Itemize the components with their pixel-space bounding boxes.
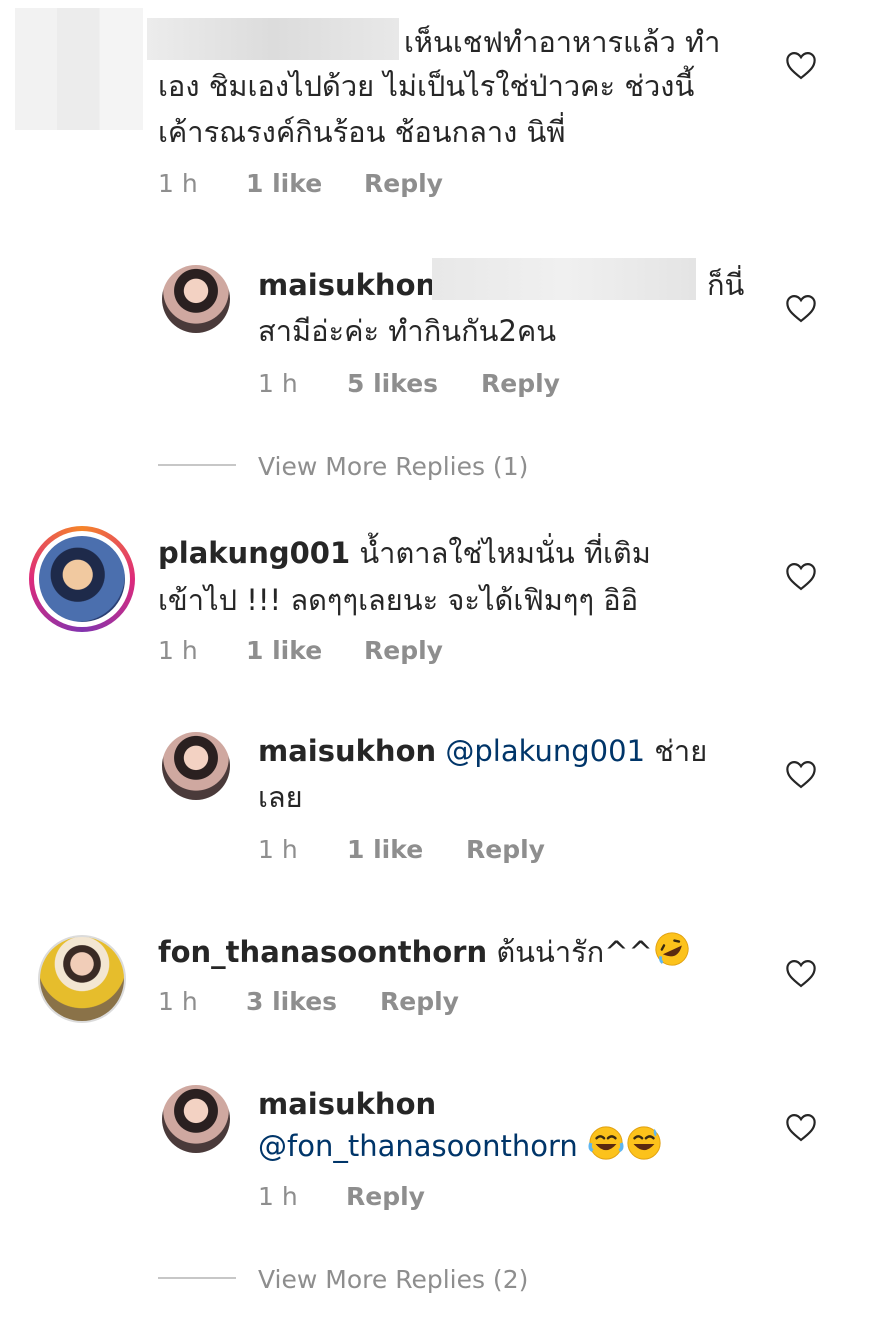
comment-text-line: เค้ารณรงค์กินร้อน ช้อนกลาง นิพี่ <box>158 115 566 149</box>
mention-link[interactable]: @fon_thanasoonthorn <box>258 1129 578 1163</box>
likes-count[interactable]: 1 like <box>246 169 322 198</box>
comment-line: fon_thanasoonthorn ต้นน่ารัก^^ <box>158 930 691 973</box>
view-more-replies[interactable]: View More Replies (1) <box>258 452 528 481</box>
comment-line: plakung001 น้ำตาลใช่ไหมนั่น ที่เติม <box>158 533 651 574</box>
view-more-divider <box>158 1277 236 1279</box>
likes-count[interactable]: 3 likes <box>246 987 337 1016</box>
heart-icon[interactable] <box>784 50 818 80</box>
reply-text-line: ก็นี่ <box>707 268 745 302</box>
reply-username[interactable]: maisukhon <box>258 268 436 302</box>
avatar-maisukhon[interactable] <box>162 265 230 333</box>
username-redacted[interactable] <box>147 18 399 60</box>
reply-time: 1 h <box>258 369 298 398</box>
reply-username[interactable]: maisukhon <box>258 1084 436 1125</box>
avatar-plakung001[interactable] <box>39 536 125 622</box>
reply-line: maisukhon @plakung001 ช่าย <box>258 731 707 772</box>
mention-redacted[interactable] <box>432 258 696 300</box>
comment-username[interactable]: fon_thanasoonthorn <box>158 935 487 969</box>
view-more-replies[interactable]: View More Replies (2) <box>258 1265 528 1294</box>
likes-count[interactable]: 1 like <box>347 835 423 864</box>
heart-icon[interactable] <box>784 958 818 988</box>
reply-time: 1 h <box>258 1182 298 1211</box>
heart-icon[interactable] <box>784 561 818 591</box>
avatar-maisukhon[interactable] <box>162 1085 230 1153</box>
comment-text-line: เอง ชิมเองไปด้วย ไม่เป็นไรใช่ป่าวคะ ช่วง… <box>158 69 695 103</box>
avatar-redacted[interactable] <box>15 8 143 130</box>
likes-count[interactable]: 1 like <box>246 636 322 665</box>
reply-button[interactable]: Reply <box>346 1182 425 1211</box>
comment-text-line: น้ำตาลใช่ไหมนั่น ที่เติม <box>359 536 651 570</box>
heart-icon[interactable] <box>784 1112 818 1142</box>
heart-icon[interactable] <box>784 293 818 323</box>
tears-of-joy-emoji <box>588 1126 624 1160</box>
likes-count[interactable]: 5 likes <box>347 369 438 398</box>
reply-button[interactable]: Reply <box>364 636 443 665</box>
comment-text-line: เห็นเชฟทำอาหารแล้ว ทำ <box>404 25 721 59</box>
reply-button[interactable]: Reply <box>380 987 459 1016</box>
reply-text-line: เลย <box>258 780 303 814</box>
reply-line: maisukhon <box>258 265 436 306</box>
reply-button[interactable]: Reply <box>481 369 560 398</box>
reply-username[interactable]: maisukhon <box>258 734 436 768</box>
reply-button[interactable]: Reply <box>364 169 443 198</box>
mention-link[interactable]: @plakung001 <box>445 734 645 768</box>
reply-text-line: ช่าย <box>654 734 708 768</box>
comment-text-line: เข้าไป !!! ลดๆๆเลยนะ จะได้เฟิมๆๆ อิอิ <box>158 583 639 617</box>
avatar-fon_thanasoonthorn[interactable] <box>40 937 124 1021</box>
comment-time: 1 h <box>158 987 198 1016</box>
comment-text-line: ต้นน่ารัก^^ <box>496 935 653 969</box>
comment-time: 1 h <box>158 169 198 198</box>
rolling-on-floor-laughing-emoji <box>655 932 689 966</box>
comment-username[interactable]: plakung001 <box>158 536 350 570</box>
heart-icon[interactable] <box>784 759 818 789</box>
reply-time: 1 h <box>258 835 298 864</box>
reply-text-line: สามีอ่ะค่ะ ทำกินกัน2คน <box>258 314 557 348</box>
comment-time: 1 h <box>158 636 198 665</box>
reply-button[interactable]: Reply <box>466 835 545 864</box>
view-more-divider <box>158 464 236 466</box>
grinning-sweat-emoji <box>627 1126 661 1160</box>
avatar-maisukhon[interactable] <box>162 732 230 800</box>
reply-line: @fon_thanasoonthorn <box>258 1124 663 1167</box>
